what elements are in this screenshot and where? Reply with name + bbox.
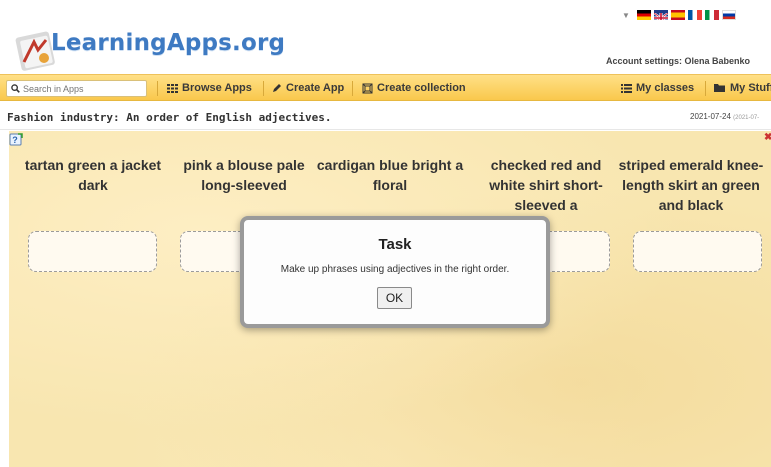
- phrase-card-1[interactable]: tartan green a jacket dark: [18, 155, 168, 195]
- flag-spanish-icon[interactable]: [670, 10, 685, 20]
- nav-divider: [705, 81, 706, 96]
- site-logo[interactable]: LearningApps.org: [14, 14, 285, 72]
- nav-divider: [157, 81, 158, 96]
- page-title: Fashion industry: An order of English ad…: [7, 111, 332, 124]
- flag-german-icon[interactable]: [636, 10, 651, 20]
- grid-icon: [167, 83, 178, 93]
- nav-my-classes-label: My classes: [636, 82, 695, 94]
- answer-drop-zone-5[interactable]: [633, 231, 762, 272]
- logo-text: LearningApps.org: [51, 30, 286, 56]
- account-settings-link[interactable]: Account settings: Olena Babenko: [606, 56, 750, 66]
- phrase-card-5[interactable]: striped emerald knee-length skirt an gre…: [616, 155, 766, 215]
- task-dialog: Task Make up phrases using adjectives in…: [240, 216, 550, 328]
- language-flags: ▼: [622, 9, 736, 21]
- list-icon: [621, 83, 632, 93]
- nav-my-stuff[interactable]: My Stuff: [714, 82, 771, 94]
- nav-my-classes[interactable]: My classes: [621, 82, 694, 94]
- pencil-icon: [273, 84, 281, 92]
- help-icon[interactable]: ?: [9, 133, 23, 146]
- nav-browse-apps[interactable]: Browse Apps: [167, 82, 252, 94]
- dialog-title: Task: [378, 236, 412, 253]
- nav-my-stuff-label: My Stuff: [730, 82, 771, 94]
- app-date-value: 2021-07-24: [690, 112, 731, 121]
- nav-create-collection[interactable]: Create collection: [362, 82, 466, 94]
- search-input[interactable]: [23, 83, 138, 94]
- nav-divider: [263, 81, 264, 96]
- answer-drop-zone-1[interactable]: [28, 231, 157, 272]
- nav-create-app[interactable]: Create App: [272, 82, 344, 94]
- dialog-message: Make up phrases using adjectives in the …: [280, 264, 510, 275]
- nav-create-app-label: Create App: [286, 82, 345, 94]
- app-date: 2021-07-24 (2021-07-: [690, 112, 759, 121]
- ok-button[interactable]: OK: [377, 287, 412, 309]
- phrase-card-2[interactable]: pink a blouse pale long-sleeved: [169, 155, 319, 195]
- search-icon: [11, 84, 20, 93]
- app-date-extra: (2021-07-: [733, 115, 760, 121]
- phrase-card-3[interactable]: cardigan blue bright a floral: [315, 155, 465, 195]
- phrase-card-4[interactable]: checked red and white shirt short-sleeve…: [471, 155, 621, 215]
- main-navbar: Browse Apps Create App Create collection…: [0, 74, 771, 101]
- app-title-bar: Fashion industry: An order of English ad…: [0, 101, 771, 130]
- nav-create-collection-label: Create collection: [377, 82, 466, 94]
- language-dropdown-icon[interactable]: ▼: [622, 11, 630, 20]
- svg-text:?: ?: [12, 135, 17, 145]
- folder-icon: [714, 84, 725, 92]
- search-box[interactable]: [6, 80, 147, 97]
- flag-russian-icon[interactable]: [721, 10, 736, 20]
- nav-divider: [352, 81, 353, 96]
- flag-english-icon[interactable]: [653, 10, 668, 20]
- site-header: LearningApps.org ▼ Account settings: Ole…: [0, 0, 771, 74]
- collection-icon: [362, 83, 373, 93]
- flag-french-icon[interactable]: [687, 10, 702, 20]
- nav-browse-apps-label: Browse Apps: [182, 82, 252, 94]
- close-icon[interactable]: ✖: [764, 132, 771, 143]
- flag-italian-icon[interactable]: [704, 10, 719, 20]
